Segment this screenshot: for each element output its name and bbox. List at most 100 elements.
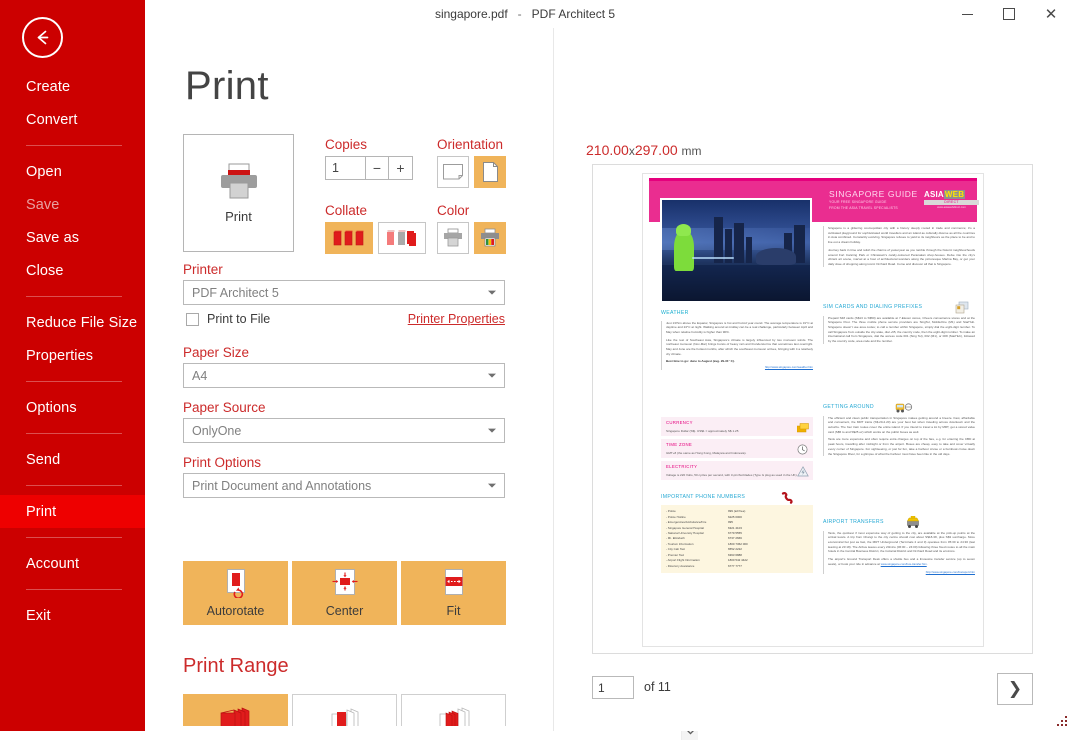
transport-icon xyxy=(895,403,913,413)
print-options-select[interactable]: Print Document and Annotations xyxy=(183,473,505,498)
minimize-button[interactable] xyxy=(946,0,988,28)
close-icon: ✕ xyxy=(1044,5,1058,23)
next-page-button[interactable]: ❯ xyxy=(997,673,1033,705)
center-label: Center xyxy=(325,604,364,618)
pdf-page-content: SINGAPORE GUIDE YOUR FREE SINGAPORE GUID… xyxy=(643,174,983,646)
printer-icon xyxy=(220,163,257,199)
sidebar-item-label: Account xyxy=(26,555,80,572)
copies-label: Copies xyxy=(325,137,368,152)
sim-cards-section: SIM CARDS AND DIALING PREFIXES Prepaid S… xyxy=(823,301,975,344)
printer-label: Printer xyxy=(183,262,223,277)
page-range-icon xyxy=(439,707,469,726)
printer-selected-value: PDF Architect 5 xyxy=(192,285,279,300)
maximize-button[interactable] xyxy=(988,0,1030,28)
sidebar-item-reduce-file-size[interactable]: Reduce File Size xyxy=(0,306,145,339)
resize-grip[interactable] xyxy=(1056,715,1067,726)
window-title: singapore.pdf - PDF Architect 5 xyxy=(145,0,905,28)
sidebar-item-convert[interactable]: Convert xyxy=(0,103,145,136)
printer-select[interactable]: PDF Architect 5 xyxy=(183,280,505,305)
sidebar-item-label: Send xyxy=(26,451,61,468)
photo-esplanade xyxy=(756,247,796,265)
sim-cards-title: SIM CARDS AND DIALING PREFIXES xyxy=(823,304,923,310)
phone-value: 6363 6888 xyxy=(728,552,742,557)
logo-text-b: WEB xyxy=(943,190,966,199)
sidebar-item-save: Save xyxy=(0,188,145,221)
copies-input[interactable] xyxy=(325,156,365,180)
autorotate-label: Autorotate xyxy=(206,604,265,618)
color-printer-icon xyxy=(481,228,499,247)
autorotate-button[interactable]: Autorotate xyxy=(183,561,288,625)
sidebar-item-options[interactable]: Options xyxy=(0,391,145,424)
maximize-icon xyxy=(1003,8,1015,20)
print-options-field: Print Options Print Document and Annotat… xyxy=(183,455,505,498)
print-range-current-button[interactable] xyxy=(292,694,397,726)
preview-canvas[interactable]: SINGAPORE GUIDE YOUR FREE SINGAPORE GUID… xyxy=(592,164,1033,654)
close-button[interactable]: ✕ xyxy=(1030,0,1072,28)
orientation-portrait-button[interactable] xyxy=(474,156,506,188)
orientation-landscape-button[interactable] xyxy=(437,156,469,188)
weather-link[interactable]: http://www.singapore.com/weather.htm xyxy=(765,365,813,369)
collate-uncollated-button[interactable] xyxy=(378,222,426,254)
sidebar-item-label: Reduce File Size xyxy=(26,314,138,331)
airport-transfers-title: AIRPORT TRANSFERS xyxy=(823,519,884,525)
paper-source-selected-value: OnlyOne xyxy=(192,423,242,438)
print-to-file-label: Print to File xyxy=(207,312,271,326)
landscape-page-icon xyxy=(443,164,463,180)
phone-value: 1800 542 4422 xyxy=(728,558,748,563)
fit-button[interactable]: Fit xyxy=(401,561,506,625)
print-range-title: Print Range xyxy=(183,655,289,677)
sidebar-item-account[interactable]: Account xyxy=(0,547,145,580)
phone-name: - National University Hospital xyxy=(666,531,704,535)
airport-link-2[interactable]: http://www.singapore.com/transport.htm xyxy=(926,570,975,574)
center-button[interactable]: Center xyxy=(292,561,397,625)
phone-name: - Airport Flight Information xyxy=(666,558,700,563)
sidebar-item-close[interactable]: Close xyxy=(0,254,145,287)
print-to-file-checkbox[interactable] xyxy=(186,313,199,326)
sidebar-item-exit[interactable]: Exit xyxy=(0,599,145,632)
page-height-value: 297.00 xyxy=(634,142,678,158)
logo-url: www.asiawebdirect.com xyxy=(937,206,966,210)
print-range-all-button[interactable] xyxy=(183,694,288,726)
sidebar-item-open[interactable]: Open xyxy=(0,155,145,188)
airport-link-1[interactable]: www.singapore.com/bus-transfer.htm xyxy=(881,562,927,566)
intro-paragraph-2: Journey back in time and relish the char… xyxy=(828,247,975,267)
sidebar-item-create[interactable]: Create xyxy=(0,70,145,103)
paper-size-select[interactable]: A4 xyxy=(183,363,505,388)
chevron-down-icon xyxy=(488,483,496,488)
sim-card-icon xyxy=(955,301,969,314)
page-title: Print xyxy=(185,64,269,108)
print-button[interactable]: Print xyxy=(183,134,294,252)
sidebar-item-send[interactable]: Send xyxy=(0,443,145,476)
weather-title: WEATHER xyxy=(661,310,689,316)
phone-value: 6225 0000 xyxy=(728,514,742,519)
chevron-down-icon xyxy=(488,290,496,295)
singapore-skyline-photo xyxy=(660,198,812,303)
paper-size-field: Paper Size A4 xyxy=(183,345,505,388)
copies-stepper: − + xyxy=(325,156,413,182)
sidebar-item-label: Close xyxy=(26,262,64,279)
sidebar-item-properties[interactable]: Properties xyxy=(0,339,145,372)
copies-increment-button[interactable]: + xyxy=(389,156,413,180)
sidebar-item-label: Open xyxy=(26,163,62,180)
sidebar-item-print[interactable]: Print xyxy=(0,495,145,528)
page-dimensions: 210.00x297.00 mm xyxy=(586,142,702,158)
print-range-pages-button[interactable] xyxy=(401,694,506,726)
page-number-input[interactable] xyxy=(592,676,634,699)
sidebar-item-save-as[interactable]: Save as xyxy=(0,221,145,254)
uncollated-icon xyxy=(387,230,416,246)
collate-collated-button[interactable] xyxy=(325,222,373,254)
back-button[interactable] xyxy=(22,17,63,58)
phone-value: 6552 2222 xyxy=(728,547,742,552)
phone-numbers-section: IMPORTANT PHONE NUMBERS - Police 999 (tol… xyxy=(661,492,813,573)
copies-decrement-button[interactable]: − xyxy=(365,156,389,180)
logo-wordmark: ASIAWEB xyxy=(924,190,979,199)
clock-icon xyxy=(797,444,808,455)
printer-properties-link[interactable]: Printer Properties xyxy=(408,312,505,326)
color-color-button[interactable] xyxy=(474,222,506,254)
electricity-title: ELECTRICITY xyxy=(666,464,698,470)
doc-header-title: SINGAPORE GUIDE xyxy=(829,189,918,199)
paper-source-select[interactable]: OnlyOne xyxy=(183,418,505,443)
color-grayscale-button[interactable] xyxy=(437,222,469,254)
sidebar-divider xyxy=(26,537,122,538)
sidebar-item-label: Exit xyxy=(26,607,51,624)
